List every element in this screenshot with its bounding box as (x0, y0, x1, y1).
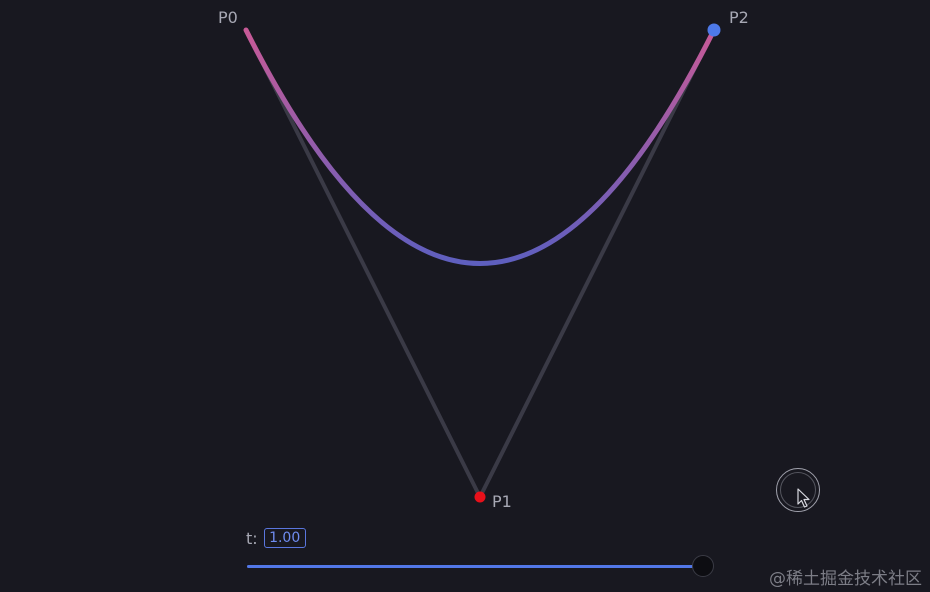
end-point-p2[interactable] (707, 23, 721, 37)
p0-label: P0 (218, 8, 238, 27)
mouse-pointer-icon (797, 488, 810, 508)
t-slider-thumb[interactable] (692, 555, 714, 577)
t-value-input[interactable] (263, 528, 306, 548)
t-slider-fill (247, 565, 703, 568)
t-control: t: (246, 528, 306, 548)
p2-label: P2 (729, 8, 749, 27)
p1-label: P1 (492, 492, 512, 511)
t-slider[interactable] (247, 555, 714, 577)
control-point-p1[interactable] (474, 491, 486, 503)
t-label: t: (246, 528, 258, 548)
bezier-curve (243, 27, 717, 266)
watermark: @稀土掘金技术社区 (769, 569, 922, 589)
